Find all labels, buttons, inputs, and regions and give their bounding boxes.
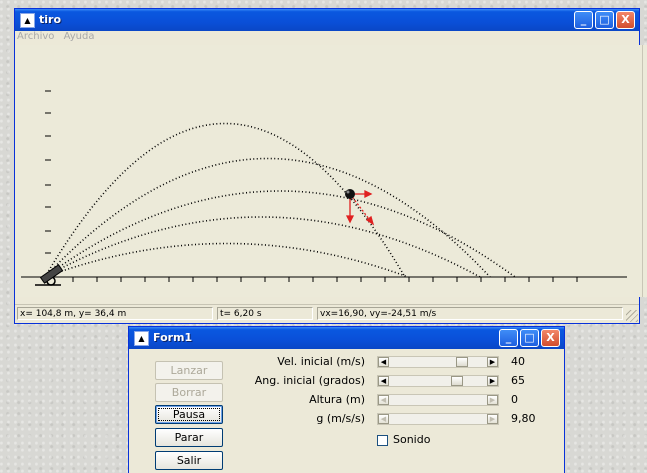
scroll-left-arrow-icon[interactable]: ◀ [378, 376, 389, 386]
ang-inicial-scrollbar[interactable]: ◀ ▶ [377, 375, 499, 387]
vel-inicial-value: 40 [511, 355, 525, 368]
resize-grip[interactable] [626, 310, 638, 322]
y-axis-ticks [45, 90, 51, 254]
altura-value: 0 [511, 393, 518, 406]
maximize-button[interactable]: □ [595, 11, 614, 29]
main-window: ▲ tiro _ □ X Archivo Ayuda x= 104,8 m, y… [14, 8, 647, 324]
projectile-ball [345, 189, 355, 199]
gravity-scrollbar: ◀ ▶ [377, 413, 499, 425]
plot-scroll-edge [642, 45, 647, 297]
ang-inicial-value: 65 [511, 374, 525, 387]
scroll-thumb[interactable] [451, 376, 463, 386]
menu-archivo[interactable]: Archivo [17, 31, 54, 42]
scroll-left-arrow-icon: ◀ [378, 414, 389, 424]
trajectory-1 [44, 122, 406, 278]
statusbar: x= 104,8 m, y= 36,4 m t= 6,20 s vx=16,90… [15, 304, 639, 323]
scroll-left-arrow-icon[interactable]: ◀ [378, 357, 389, 367]
ang-inicial-label: Ang. inicial (grados) [254, 374, 365, 387]
sonido-checkbox[interactable] [377, 435, 388, 446]
form1-close-button[interactable]: X [541, 329, 560, 347]
borrar-button[interactable]: Borrar [155, 383, 223, 402]
menu-ayuda[interactable]: Ayuda [64, 31, 95, 42]
minimize-button[interactable]: _ [574, 11, 593, 29]
scroll-right-arrow-icon[interactable]: ▶ [487, 376, 498, 386]
scroll-right-arrow-icon: ▶ [487, 414, 498, 424]
close-button[interactable]: X [616, 11, 635, 29]
gravity-label: g (m/s/s) [316, 412, 365, 425]
form1-titlebar[interactable]: ▲ Form1 _ □ X [129, 327, 564, 349]
trajectory-canvas [21, 90, 627, 286]
status-time: t= 6,20 s [217, 307, 313, 320]
form1-title: Form1 [153, 331, 193, 344]
form1-minimize-button[interactable]: _ [499, 329, 518, 347]
altura-label: Altura (m) [309, 393, 365, 406]
lanzar-button[interactable]: Lanzar [155, 361, 223, 380]
status-velocity: vx=16,90, vy=-24,51 m/s [317, 307, 623, 320]
trajectory-5 [44, 242, 409, 278]
salir-button[interactable]: Salir [155, 451, 223, 470]
altura-scrollbar: ◀ ▶ [377, 394, 499, 406]
app-icon: ▲ [20, 13, 35, 28]
cannon-icon [35, 264, 64, 286]
sonido-label[interactable]: Sonido [393, 433, 430, 446]
trajectory-4 [44, 216, 481, 278]
form1-window: ▲ Form1 _ □ X Lanzar Borrar Pausa Parar … [128, 326, 565, 473]
trajectory-2 [44, 157, 491, 278]
trajectory-3 [44, 190, 516, 278]
trajectory-plot [15, 45, 642, 297]
menubar: Archivo Ayuda [15, 31, 639, 45]
form1-maximize-button[interactable]: □ [520, 329, 539, 347]
form1-app-icon: ▲ [134, 331, 149, 346]
main-window-title: tiro [39, 13, 62, 26]
scroll-right-arrow-icon[interactable]: ▶ [487, 357, 498, 367]
pausa-button[interactable]: Pausa [155, 405, 223, 424]
scroll-thumb[interactable] [456, 357, 468, 367]
x-axis-ticks [72, 277, 578, 282]
parar-button[interactable]: Parar [155, 428, 223, 447]
scroll-left-arrow-icon: ◀ [378, 395, 389, 405]
main-titlebar[interactable]: ▲ tiro _ □ X [15, 9, 639, 31]
scroll-right-arrow-icon: ▶ [487, 395, 498, 405]
status-position: x= 104,8 m, y= 36,4 m [17, 307, 213, 320]
vel-inicial-label: Vel. inicial (m/s) [277, 355, 365, 368]
gravity-value: 9,80 [511, 412, 536, 425]
vel-inicial-scrollbar[interactable]: ◀ ▶ [377, 356, 499, 368]
